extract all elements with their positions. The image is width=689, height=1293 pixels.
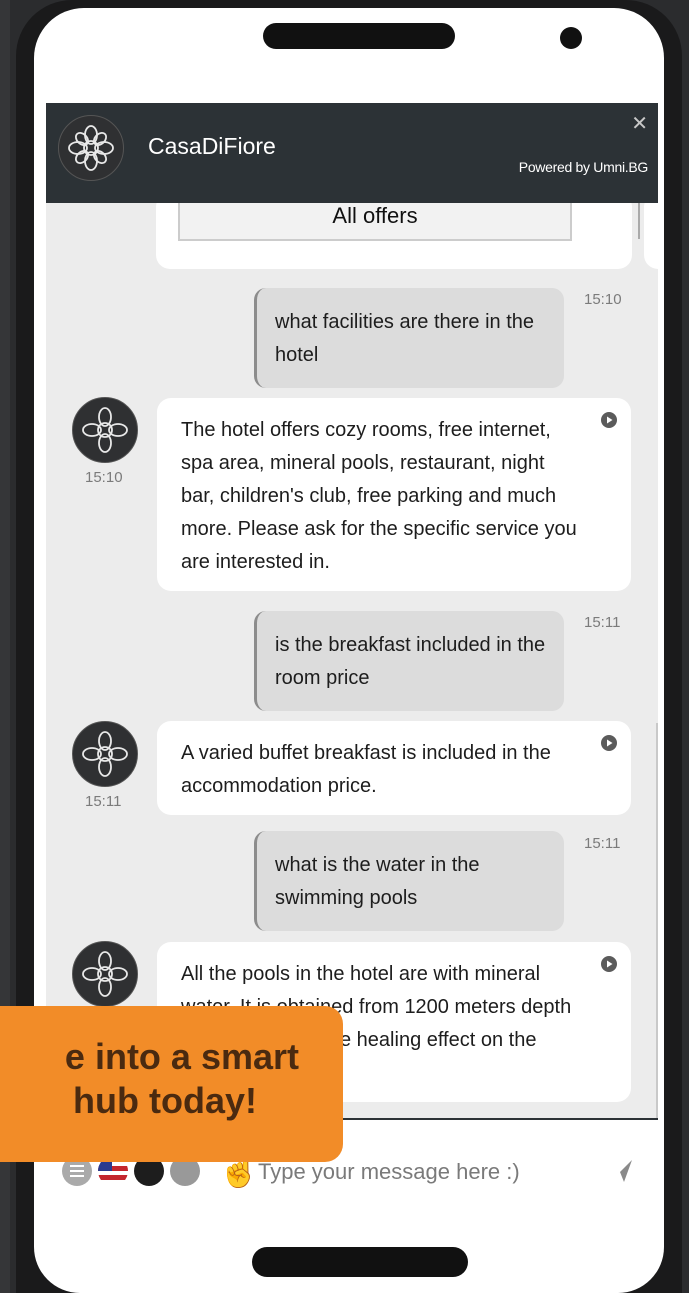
flower-logo-icon [82, 731, 128, 777]
user-message: what facilities are there in the hotel [254, 288, 564, 388]
message-time: 15:10 [584, 291, 622, 308]
bot-message-text: The hotel offers cozy rooms, free intern… [181, 419, 577, 573]
bot-avatar [72, 941, 138, 1007]
offers-card-next[interactable] [638, 203, 658, 269]
play-icon[interactable] [601, 412, 617, 428]
phone-camera [560, 27, 582, 49]
message-time: 15:11 [584, 835, 621, 852]
bot-message: The hotel offers cozy rooms, free intern… [157, 398, 631, 591]
send-icon[interactable] [608, 1158, 634, 1184]
bot-message-text: A varied buffet breakfast is included in… [181, 742, 551, 797]
all-offers-button[interactable]: All offers [178, 203, 572, 241]
bot-message: A varied buffet breakfast is included in… [157, 721, 631, 815]
play-icon[interactable] [601, 956, 617, 972]
message-time: 15:10 [85, 469, 123, 486]
chat-title: CasaDiFiore [148, 133, 276, 159]
bot-avatar [72, 397, 138, 463]
close-icon[interactable]: ✕ [631, 111, 648, 136]
phone-speaker [263, 23, 455, 49]
powered-by-link[interactable]: Powered by Umni.BG [519, 159, 649, 175]
phone-home-bar [252, 1247, 468, 1277]
chat-message-list[interactable]: All offers what facilities are there in … [46, 203, 658, 1118]
flower-logo-icon [82, 951, 128, 997]
promo-line-2: hub today! [73, 1080, 257, 1121]
chat-scrollbar[interactable] [656, 723, 658, 1118]
play-icon[interactable] [601, 735, 617, 751]
flower-logo-icon [82, 407, 128, 453]
flower-logo-icon [68, 125, 114, 171]
promo-line-1: e into a smart [64, 1036, 299, 1077]
user-message: what is the water in the swimming pools [254, 831, 564, 931]
message-time: 15:11 [584, 614, 621, 631]
bot-avatar [72, 721, 138, 787]
user-message: is the breakfast included in the room pr… [254, 611, 564, 711]
promo-banner: e into a smart hub today! [0, 1006, 343, 1162]
message-time: 15:11 [85, 793, 122, 810]
chat-header: CasaDiFiore ✕ Powered by Umni.BG [46, 103, 658, 203]
brand-logo [58, 115, 124, 181]
offers-card: All offers [156, 203, 632, 269]
